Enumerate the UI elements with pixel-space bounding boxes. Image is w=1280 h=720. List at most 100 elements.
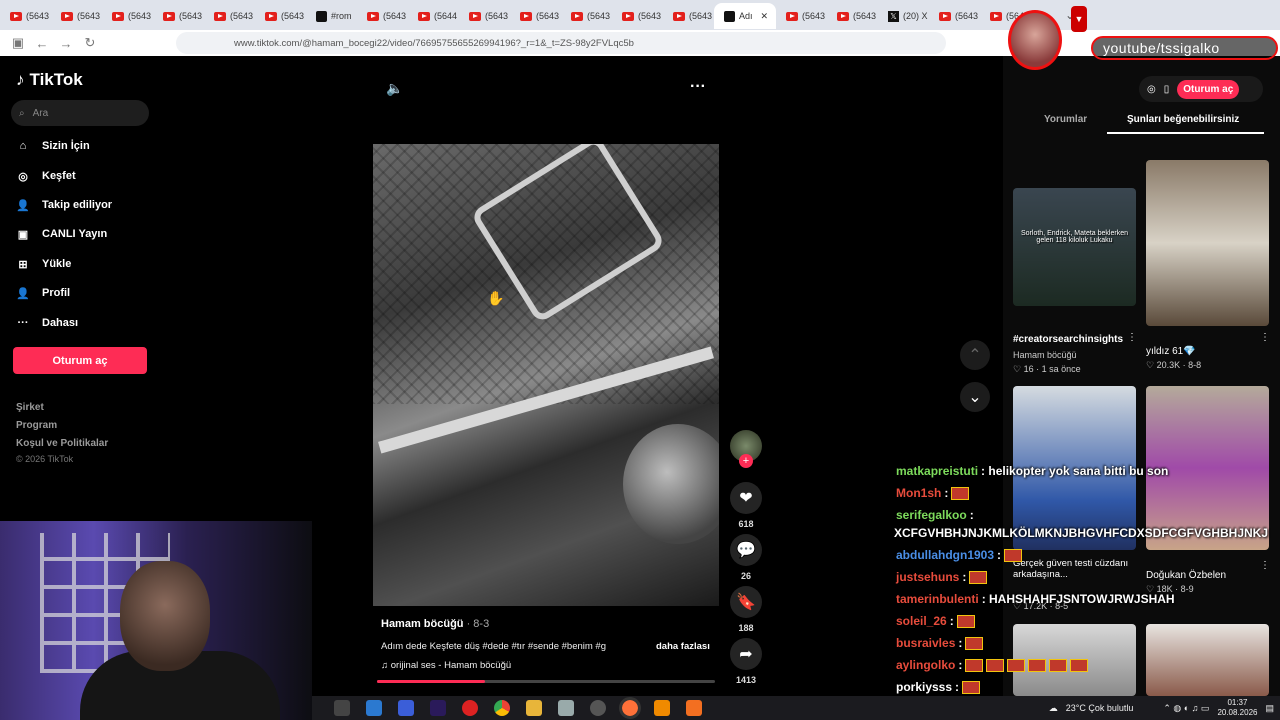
browser-tab[interactable]: (5643 (612, 3, 663, 29)
browser-tab[interactable]: (5643 (153, 3, 204, 29)
save-button[interactable]: 🔖 188 (730, 586, 762, 633)
sidebar-item-upload[interactable]: ⊞ Yükle (14, 254, 71, 274)
browser-tab[interactable]: (5643 (510, 3, 561, 29)
app-icon[interactable] (686, 700, 702, 716)
vlc-icon[interactable] (654, 700, 670, 716)
browser-tab[interactable]: (5643 (827, 3, 878, 29)
footer-terms-link[interactable]: Koşul ve Politikalar (16, 438, 108, 449)
tab-label: (5643 (689, 11, 713, 21)
volume-icon[interactable]: 🔈 (386, 80, 403, 97)
follow-plus-icon[interactable]: + (739, 454, 753, 468)
browser-tab[interactable]: (5644 (408, 3, 459, 29)
opera-icon[interactable] (462, 700, 478, 716)
folder-icon[interactable] (526, 700, 542, 716)
card-title[interactable]: Gerçek güven testi cüzdanı arkadaşına... (1013, 558, 1131, 580)
app-icon[interactable] (398, 700, 414, 716)
app-icon[interactable] (558, 700, 574, 716)
chat-text: : (955, 680, 960, 694)
obs-icon[interactable] (590, 700, 606, 716)
card-more-icon[interactable]: ⋮ (1260, 332, 1270, 343)
right-login-button[interactable]: Oturum aç (1177, 79, 1240, 99)
sidebar-item-more[interactable]: ··· Dahası (14, 313, 79, 333)
login-button[interactable]: Oturum aç (13, 347, 147, 374)
browser-tab[interactable]: (5643 (204, 3, 255, 29)
video-progress-bar[interactable] (377, 680, 715, 683)
tab-label: (5643 (128, 11, 152, 21)
browser-tab[interactable]: (5643 (357, 3, 408, 29)
suggested-video-card[interactable]: Sorloth, Endrick, Mateta beklerken gelen… (1013, 188, 1136, 306)
creator-avatar[interactable]: + (730, 430, 762, 468)
tab-suggestions[interactable]: Şunları beğenebilirsiniz (1127, 114, 1239, 125)
chrome-icon[interactable] (494, 700, 510, 716)
system-tray: ☁ 23°C Çok bulutlu ⌃ ◍ ◐ ♫ ▭ 01:37 20.08… (1049, 696, 1274, 720)
start-icon[interactable] (334, 700, 350, 716)
notification-icon[interactable]: ▤ (1265, 703, 1274, 714)
tab-label: (5643 (802, 11, 826, 21)
youtube-icon (673, 11, 685, 21)
browser-tab[interactable]: (5643 (102, 3, 153, 29)
chevron-up-icon: ⌃ (968, 347, 982, 364)
browser-tab[interactable]: (5643 (51, 3, 102, 29)
like-button[interactable]: ❤ 618 (730, 482, 762, 529)
tiktok-sidebar: ♪ TikTok ⌕ Ara ⌂ Sizin İçin ◎ Keşfet 👤 Takip … (0, 56, 162, 526)
browser-tab[interactable]: 𝕏 (20) X (878, 3, 929, 29)
video-options-icon[interactable]: ··· (690, 78, 706, 96)
footer-company-link[interactable]: Şirket (16, 402, 44, 413)
browser-tab[interactable]: (5643 (255, 3, 306, 29)
premiere-icon[interactable] (430, 700, 446, 716)
more-description-button[interactable]: daha fazlası (656, 641, 710, 652)
card-author[interactable]: Hamam böcüğü (1013, 350, 1077, 360)
browser-tab[interactable]: (5643 (459, 3, 510, 29)
chat-text: : (958, 658, 963, 672)
close-tab-icon[interactable]: ✕ (761, 11, 769, 22)
forward-button[interactable]: → (54, 36, 78, 51)
back-button[interactable]: ← (30, 36, 54, 51)
explore-icon[interactable]: ◎ (1147, 84, 1156, 95)
video-player[interactable] (373, 144, 719, 606)
suggested-video-card[interactable] (1146, 624, 1269, 696)
weather-text[interactable]: 23°C Çok bulutlu (1066, 703, 1134, 713)
card-more-icon[interactable]: ⋮ (1260, 560, 1270, 571)
next-video-button[interactable]: ⌄ (960, 382, 990, 412)
card-more-icon[interactable]: ⋮ (1127, 332, 1137, 343)
browser-tab[interactable]: #rom (306, 3, 357, 29)
suggested-video-card[interactable] (1146, 160, 1269, 326)
tab-comments[interactable]: Yorumlar (1044, 114, 1087, 125)
reload-button[interactable]: ↻ (78, 35, 102, 51)
video-sound-link[interactable]: ♫ orijinal ses - Hamam böcüğü (381, 660, 511, 671)
url-input[interactable]: www.tiktok.com/@hamam_bocegi22/video/766… (176, 32, 946, 54)
browser-tab[interactable]: (5643 (0, 3, 51, 29)
sidebar-toggle-icon[interactable]: ▣ (6, 35, 30, 51)
mail-icon[interactable] (366, 700, 382, 716)
browser-tab[interactable]: Adı ✕ (714, 3, 776, 29)
browser-tab[interactable]: (5643 (561, 3, 612, 29)
chat-username: porkiysss (896, 680, 953, 694)
footer-program-link[interactable]: Program (16, 420, 57, 431)
tab-label: (5643 (26, 11, 50, 21)
share-button[interactable]: ➦ 1413 (730, 638, 762, 685)
tray-icons[interactable]: ⌃ ◍ ◐ ♫ ▭ (1163, 703, 1209, 714)
video-author[interactable]: Hamam böcüğü (381, 618, 464, 630)
device-icon[interactable]: ▯ (1164, 84, 1170, 95)
youtube-icon (10, 11, 22, 21)
browser-tab[interactable]: (5643 (663, 3, 714, 29)
clock[interactable]: 01:37 20.08.2026 (1217, 698, 1257, 718)
card-title[interactable]: yıldız 61💎 (1146, 346, 1196, 357)
sidebar-item-following[interactable]: 👤 Takip ediliyor (14, 195, 112, 215)
previous-video-button[interactable]: ⌃ (960, 340, 990, 370)
browser-tab[interactable]: (5643 (929, 3, 980, 29)
sidebar-item-profile[interactable]: 👤 Profil (14, 283, 70, 303)
chat-message: aylingolko: (896, 658, 1089, 673)
browser-tab[interactable]: (5643 (776, 3, 827, 29)
sidebar-item-live[interactable]: ▣ CANLI Yayın (14, 224, 107, 244)
search-input[interactable]: ⌕ Ara (11, 100, 149, 126)
card-title[interactable]: Doğukan Özbelen (1146, 570, 1226, 581)
sidebar-item-home[interactable]: ⌂ Sizin İçin (14, 136, 90, 156)
youtube-icon (939, 11, 951, 21)
sidebar-item-compass[interactable]: ◎ Keşfet (14, 166, 75, 186)
firefox-icon[interactable] (619, 697, 641, 719)
tiktok-logo[interactable]: ♪ TikTok (16, 70, 83, 90)
card-title[interactable]: #creatorsearchinsights (1013, 334, 1123, 345)
comment-button[interactable]: 💬 26 (730, 534, 762, 581)
like-count: 618 (738, 519, 754, 529)
